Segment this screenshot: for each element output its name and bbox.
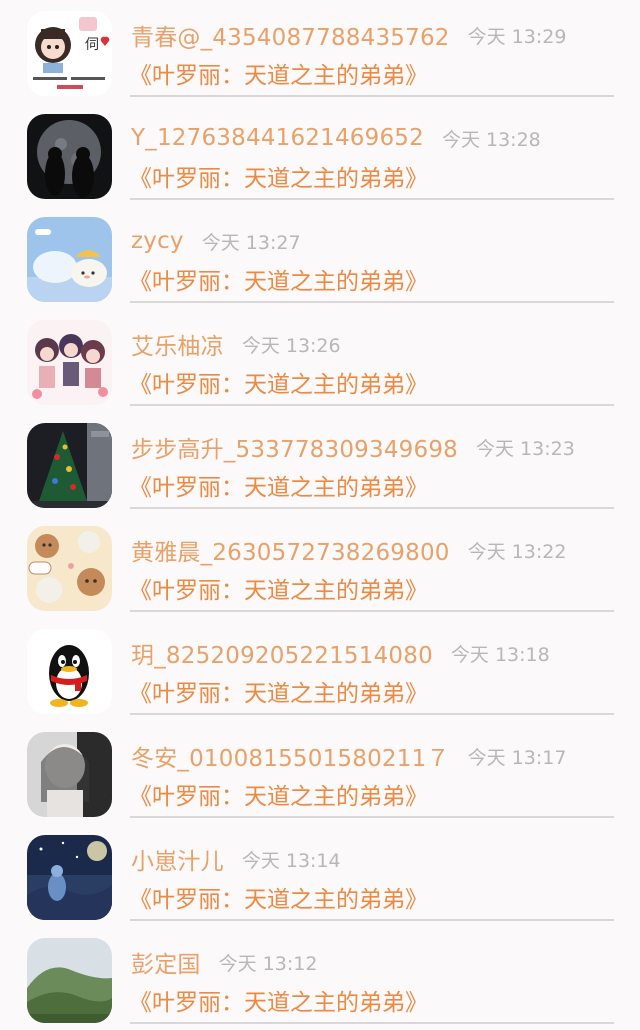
penguin-avatar[interactable] <box>27 629 112 714</box>
timestamp: 今天 13:23 <box>476 437 575 460</box>
book-title[interactable]: 《叶罗丽：天道之主的弟弟》 <box>129 979 428 1021</box>
list-item[interactable]: 冬安_0100815501580211７ 今天 13:17 《叶罗丽：天道之主的… <box>0 721 640 824</box>
timestamp: 今天 13:26 <box>241 334 341 357</box>
list-item[interactable]: zycy 今天 13:27 《叶罗丽：天道之主的弟弟》 <box>0 206 640 309</box>
book-title[interactable]: 《叶罗丽：天道之主的弟弟》 <box>129 876 428 918</box>
divider <box>130 610 614 612</box>
book-title[interactable]: 《叶罗丽：天道之主的弟弟》 <box>129 464 428 506</box>
divider <box>130 816 614 818</box>
username[interactable]: 玥_825209205221514080 <box>131 636 433 670</box>
timestamp: 今天 13:12 <box>218 952 318 975</box>
divider <box>130 198 614 200</box>
list-item[interactable]: 伺 青春@_4354087788435762 今天 13:29 《叶罗丽：天道之… <box>0 0 640 103</box>
divider <box>130 507 614 509</box>
divider <box>130 301 614 303</box>
username[interactable]: 青春@_4354087788435762 <box>131 18 450 52</box>
username[interactable]: Y_127638441621469652 <box>131 125 424 151</box>
divider <box>130 919 614 921</box>
divider <box>130 95 614 97</box>
username[interactable]: zycy <box>131 228 184 254</box>
timestamp: 今天 13:14 <box>241 849 341 872</box>
book-title[interactable]: 《叶罗丽：天道之主的弟弟》 <box>129 361 428 403</box>
timestamp: 今天 13:18 <box>450 643 550 666</box>
username[interactable]: 彭定国 <box>131 945 201 979</box>
divider <box>130 713 614 715</box>
svg-text:伺: 伺 <box>85 37 99 53</box>
book-title[interactable]: 《叶罗丽：天道之主的弟弟》 <box>129 155 428 197</box>
username[interactable]: 小崽汁儿 <box>131 842 224 876</box>
timestamp: 今天 13:22 <box>467 540 567 563</box>
username[interactable]: 艾乐柚凉 <box>131 327 224 361</box>
book-title[interactable]: 《叶罗丽：天道之主的弟弟》 <box>129 567 428 609</box>
username[interactable]: 冬安_0100815501580211７ <box>131 739 450 773</box>
book-title[interactable]: 《叶罗丽：天道之主的弟弟》 <box>129 670 428 712</box>
list-item[interactable]: 彭定国 今天 13:12 《叶罗丽：天道之主的弟弟》 <box>0 927 640 1030</box>
username[interactable]: 步步高升_533778309349698 <box>131 430 458 464</box>
mountain-avatar[interactable] <box>27 938 112 1023</box>
bear-pattern-avatar[interactable] <box>27 526 112 611</box>
book-title[interactable]: 《叶罗丽：天道之主的弟弟》 <box>129 258 428 300</box>
reader-list: 伺 青春@_4354087788435762 今天 13:29 《叶罗丽：天道之… <box>0 0 640 1024</box>
book-title[interactable]: 《叶罗丽：天道之主的弟弟》 <box>129 773 428 815</box>
clouds-avatar[interactable] <box>27 217 112 302</box>
list-item[interactable]: 步步高升_533778309349698 今天 13:23 《叶罗丽：天道之主的… <box>0 412 640 515</box>
christmas-tree-avatar[interactable] <box>27 423 112 508</box>
username[interactable]: 黄雅晨_2630572738269800 <box>131 533 450 567</box>
moon-couple-silhouette-avatar[interactable] <box>27 114 112 199</box>
list-item[interactable]: 黄雅晨_2630572738269800 今天 13:22 《叶罗丽：天道之主的… <box>0 515 640 618</box>
timestamp: 今天 13:27 <box>201 231 301 254</box>
person-photo-avatar[interactable] <box>27 732 112 817</box>
divider <box>130 404 614 406</box>
book-title[interactable]: 《叶罗丽：天道之主的弟弟》 <box>129 52 428 94</box>
cartoon-girl-avatar[interactable]: 伺 <box>27 11 112 96</box>
timestamp: 今天 13:17 <box>467 746 567 769</box>
timestamp: 今天 13:28 <box>441 128 541 151</box>
timestamp: 今天 13:29 <box>467 25 567 48</box>
list-item[interactable]: 艾乐柚凉 今天 13:26 《叶罗丽：天道之主的弟弟》 <box>0 309 640 412</box>
list-item[interactable]: 小崽汁儿 今天 13:14 《叶罗丽：天道之主的弟弟》 <box>0 824 640 927</box>
night-sky-avatar[interactable] <box>27 835 112 920</box>
list-item[interactable]: 玥_825209205221514080 今天 13:18 《叶罗丽：天道之主的… <box>0 618 640 721</box>
list-item[interactable]: Y_127638441621469652 今天 13:28 《叶罗丽：天道之主的… <box>0 103 640 206</box>
anime-group-avatar[interactable] <box>27 320 112 405</box>
